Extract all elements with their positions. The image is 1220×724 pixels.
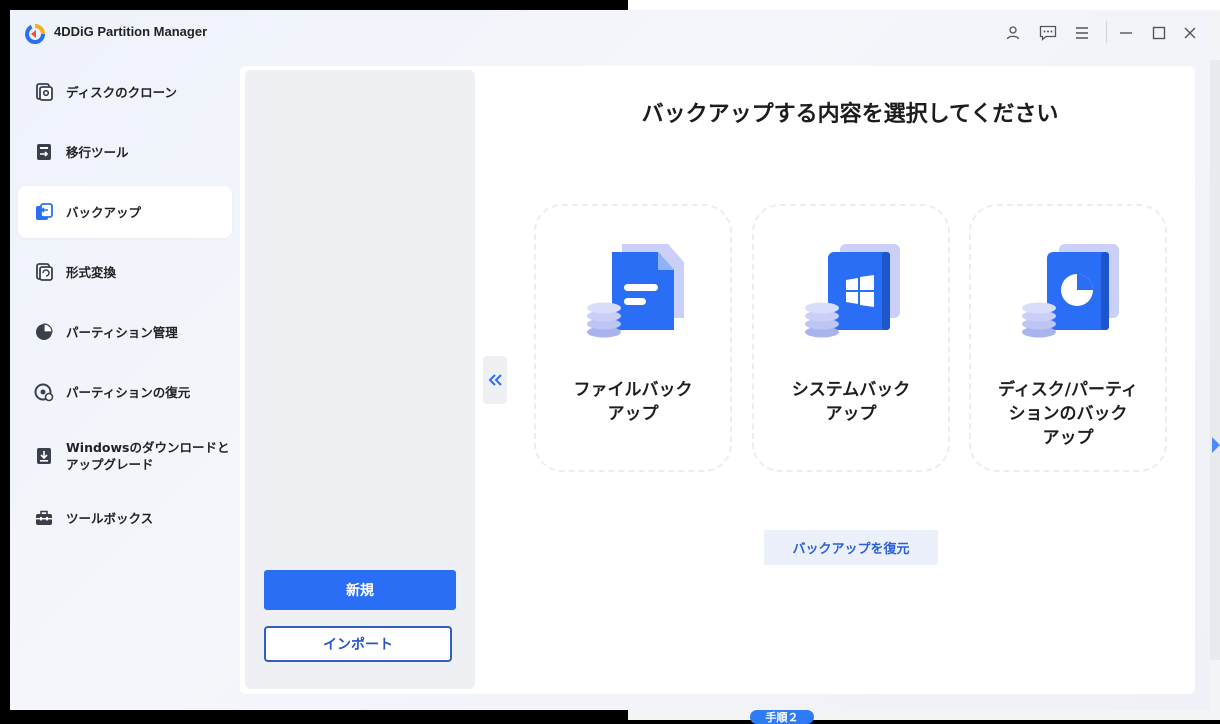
close-icon[interactable] [1179, 22, 1201, 44]
sidebar-item-label: ディスクのクローン [66, 84, 178, 100]
disk-partition-backup-label: ディスク/パーティ ションのバック アップ [998, 380, 1138, 448]
content-panel: 新規 インポート バックアップする内容を選択してください ファイルバック アップ [240, 66, 1195, 694]
title-bar: 4DDiG Partition Manager [10, 10, 1210, 56]
backup-icon [36, 203, 53, 220]
sidebar-item-label: パーティションの復元 [66, 384, 191, 400]
file-backup-label: ファイルバック アップ [573, 380, 693, 424]
sidebar-item-backup[interactable]: バックアップ [18, 186, 232, 238]
format-convert-icon [36, 263, 53, 281]
sidebar-item-label: パーティション管理 [66, 324, 178, 340]
partition-restore-icon [34, 383, 54, 402]
sidebar-item-label: 形式変換 [66, 264, 117, 280]
file-backup-icon [587, 244, 684, 338]
page-title: バックアップする内容を選択してください [641, 102, 1059, 127]
sidebar-item-format-convert[interactable]: 形式変換 [18, 246, 232, 298]
migration-icon [37, 144, 51, 160]
restore-backup-button[interactable]: バックアップを復元 [764, 530, 938, 565]
file-backup-card[interactable]: ファイルバック アップ [534, 204, 732, 472]
toolbox-icon [36, 510, 52, 525]
background-window-edge [1210, 60, 1220, 660]
sidebar-item-migration[interactable]: 移行ツール [18, 126, 232, 178]
sidebar: ディスクのクローン 移行ツール バックアップ 形式変換 パーティション管理 パー… [18, 66, 232, 686]
sidebar-item-label: Windowsのダウンロードと アップグレード [66, 440, 230, 472]
new-backup-button[interactable]: 新規 [264, 570, 456, 610]
app-title: 4DDiG Partition Manager [54, 24, 208, 39]
app-logo-icon [25, 24, 45, 44]
disk-partition-backup-icon [1022, 244, 1119, 338]
feedback-icon[interactable] [1037, 22, 1059, 44]
account-icon[interactable] [1002, 22, 1024, 44]
background-step-badge: 手順２ [750, 710, 814, 724]
sidebar-item-windows-download[interactable]: Windowsのダウンロードと アップグレード [18, 426, 232, 486]
minimize-icon[interactable] [1115, 22, 1137, 44]
system-backup-label: システムバック アップ [791, 380, 911, 424]
menu-icon[interactable] [1071, 22, 1093, 44]
disk-partition-backup-card[interactable]: ディスク/パーティ ションのバック アップ [969, 204, 1167, 472]
double-chevron-left-icon [488, 374, 502, 386]
background-window-top [628, 0, 1220, 10]
sidebar-item-disk-clone[interactable]: ディスクのクローン [18, 66, 232, 118]
backup-task-list-panel: 新規 インポート [245, 70, 475, 689]
sidebar-item-partition-restore[interactable]: パーティションの復元 [18, 366, 232, 418]
app-window: 4DDiG Partition Manager ディスクのクローン 移行ツール [10, 10, 1210, 710]
import-button[interactable]: インポート [264, 626, 452, 662]
system-backup-icon [805, 244, 900, 338]
background-arrow-icon [1212, 437, 1220, 453]
partition-pie-icon [36, 323, 53, 340]
sidebar-item-toolbox[interactable]: ツールボックス [18, 492, 232, 544]
windows-download-icon [37, 448, 51, 464]
maximize-icon[interactable] [1148, 22, 1170, 44]
titlebar-separator [1106, 21, 1107, 43]
sidebar-item-label: 移行ツール [66, 144, 129, 160]
disk-clone-icon [36, 83, 53, 101]
collapse-panel-button[interactable] [483, 356, 507, 404]
sidebar-item-partition-management[interactable]: パーティション管理 [18, 306, 232, 358]
system-backup-card[interactable]: システムバック アップ [752, 204, 950, 472]
sidebar-item-label: ツールボックス [66, 510, 154, 526]
sidebar-item-label: バックアップ [66, 204, 142, 220]
